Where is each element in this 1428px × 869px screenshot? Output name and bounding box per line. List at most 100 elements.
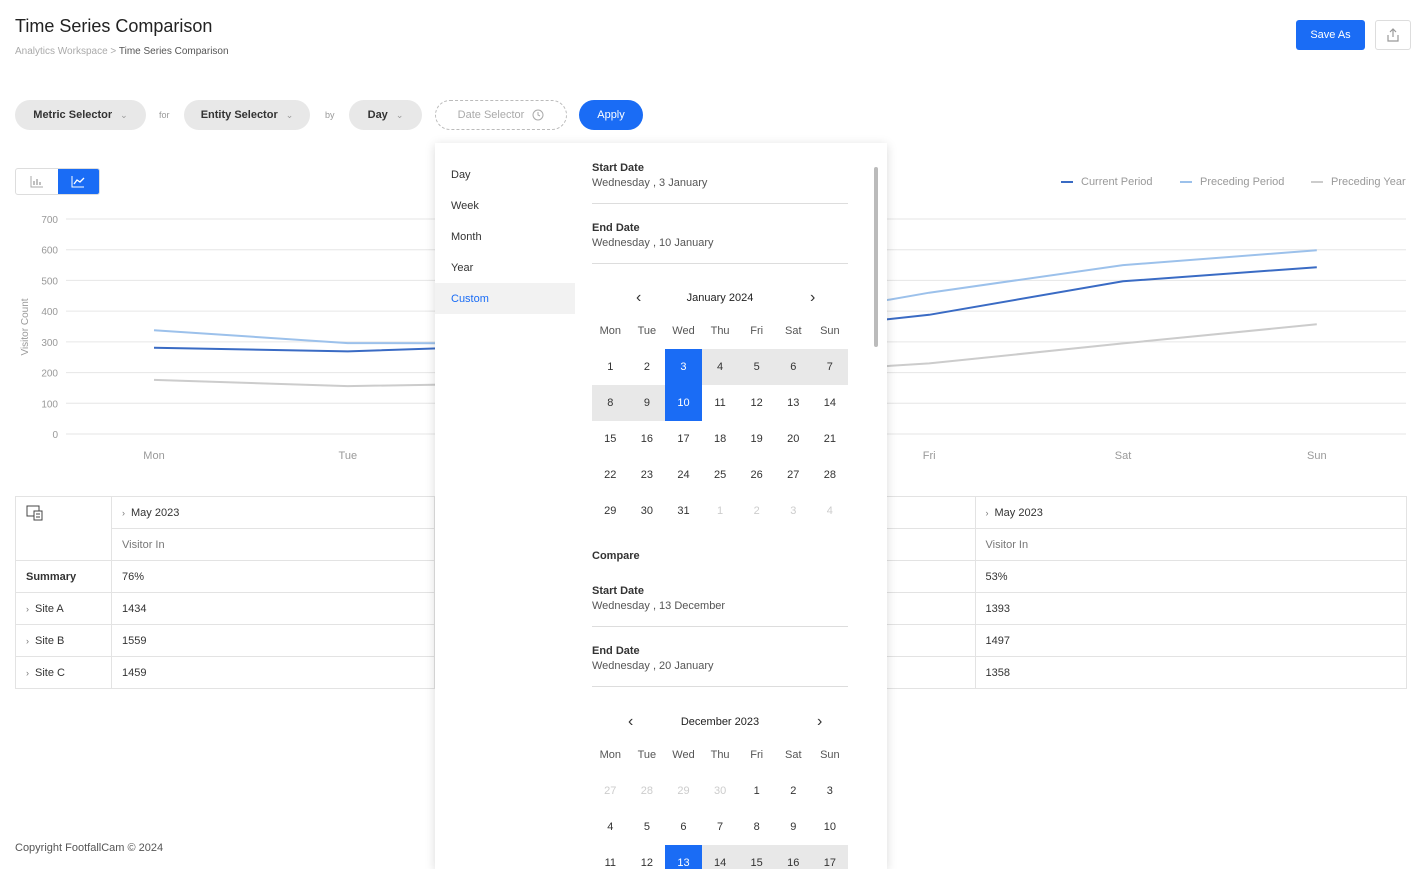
- calendar-day[interactable]: 8: [592, 385, 629, 421]
- calendar-day[interactable]: 16: [774, 845, 812, 869]
- calendar-day[interactable]: 16: [629, 421, 666, 457]
- calendar-day[interactable]: 4: [592, 809, 629, 845]
- calendar-day[interactable]: 17: [665, 421, 702, 457]
- calendar-day[interactable]: 20: [775, 421, 812, 457]
- calendar-day[interactable]: 13: [665, 845, 702, 869]
- calendar-day[interactable]: 24: [665, 457, 702, 493]
- period-label: May 2023: [131, 506, 180, 519]
- calendar-day[interactable]: 1: [592, 349, 629, 385]
- calendar-day[interactable]: 6: [774, 349, 812, 385]
- calendar-day[interactable]: 7: [702, 809, 739, 845]
- calendar-day[interactable]: 9: [775, 809, 812, 845]
- entity-selector[interactable]: Entity Selector ⌄: [184, 100, 310, 130]
- granularity-option-day[interactable]: Day: [435, 159, 575, 190]
- page-title: Time Series Comparison: [15, 16, 213, 36]
- calendar-day[interactable]: 12: [629, 845, 666, 869]
- granularity-option-custom[interactable]: Custom: [435, 283, 575, 314]
- date-selector[interactable]: Date Selector: [435, 100, 567, 130]
- calendar-day[interactable]: 6: [665, 809, 702, 845]
- compare-end-date-label: End Date: [592, 645, 640, 657]
- granularity-option-week[interactable]: Week: [435, 190, 575, 221]
- legend-item-preceding-period[interactable]: Preceding Period: [1180, 176, 1284, 188]
- calendar-day[interactable]: 1: [702, 493, 739, 529]
- calendar-day[interactable]: 3: [775, 493, 812, 529]
- calendar-day[interactable]: 21: [812, 421, 849, 457]
- calendar-day[interactable]: 8: [738, 809, 775, 845]
- calendar-day[interactable]: 11: [592, 845, 629, 869]
- apply-button[interactable]: Apply: [579, 100, 643, 130]
- calendar-day[interactable]: 9: [628, 385, 666, 421]
- calendar-day[interactable]: 27: [775, 457, 812, 493]
- calendar-day[interactable]: 19: [738, 421, 775, 457]
- calendar-day[interactable]: 13: [775, 385, 812, 421]
- calendar-day[interactable]: 28: [812, 457, 849, 493]
- granularity-option-month[interactable]: Month: [435, 221, 575, 252]
- calendar-day[interactable]: 29: [592, 493, 629, 529]
- cell-value: 53%: [974, 560, 1407, 593]
- breadcrumb: Analytics Workspace > Time Series Compar…: [15, 46, 229, 57]
- granularity-option-year[interactable]: Year: [435, 252, 575, 283]
- calendar-day[interactable]: 1: [738, 773, 775, 809]
- calendar-day[interactable]: 27: [592, 773, 629, 809]
- calendar-day[interactable]: 15: [592, 421, 629, 457]
- calendar-day[interactable]: 23: [629, 457, 666, 493]
- period-header[interactable]: › May 2023: [974, 496, 1407, 529]
- calendar-day[interactable]: 4: [812, 493, 849, 529]
- period-header[interactable]: › May 2023: [111, 496, 435, 529]
- compare-end-date-field[interactable]: End Date Wednesday , 20 January: [592, 645, 848, 687]
- line-chart-view-button[interactable]: [57, 169, 99, 194]
- calendar-day[interactable]: 18: [702, 421, 739, 457]
- table-row[interactable]: › Site B 1559: [15, 624, 435, 657]
- dropdown-scrollbar[interactable]: [874, 167, 878, 347]
- calendar-day[interactable]: 5: [629, 809, 666, 845]
- calendar-day[interactable]: 11: [702, 385, 739, 421]
- calendar-day[interactable]: 30: [702, 773, 739, 809]
- calendar-day[interactable]: 2: [629, 349, 666, 385]
- calendar-day[interactable]: 26: [738, 457, 775, 493]
- save-as-button[interactable]: Save As: [1296, 20, 1365, 50]
- calendar-day[interactable]: 4: [701, 349, 739, 385]
- table-row[interactable]: › Site C 1459: [15, 656, 435, 689]
- row-label-cell[interactable]: › Site B: [15, 624, 112, 657]
- calendar-day[interactable]: 2: [738, 493, 775, 529]
- calendar-day[interactable]: 28: [629, 773, 666, 809]
- bar-chart-view-button[interactable]: [16, 169, 58, 194]
- calendar-day[interactable]: 14: [701, 845, 739, 869]
- line-chart-icon: [71, 175, 85, 187]
- calendar-day[interactable]: 3: [812, 773, 849, 809]
- table-row[interactable]: › Site A 1434: [15, 592, 435, 625]
- row-label-cell[interactable]: › Site A: [15, 592, 112, 625]
- chevron-right-icon[interactable]: ›: [817, 713, 822, 731]
- calendar-day[interactable]: 29: [665, 773, 702, 809]
- compare-start-date-field[interactable]: Start Date Wednesday , 13 December: [592, 585, 848, 627]
- legend-swatch: [1180, 181, 1192, 183]
- calendar-day[interactable]: 3: [665, 349, 702, 385]
- calendar-day[interactable]: 22: [592, 457, 629, 493]
- calendar-day[interactable]: 5: [738, 349, 775, 385]
- calendar-day[interactable]: 2: [775, 773, 812, 809]
- granularity-selector[interactable]: Day ⌄: [349, 100, 422, 130]
- calendar-day[interactable]: 17: [811, 845, 849, 869]
- x-tick-label: Sat: [1115, 450, 1132, 462]
- calendar-day[interactable]: 12: [738, 385, 775, 421]
- start-date-field[interactable]: Start Date Wednesday , 3 January: [592, 162, 848, 204]
- breadcrumb-item-workspace[interactable]: Analytics Workspace: [15, 46, 108, 57]
- calendar-day[interactable]: 30: [629, 493, 666, 529]
- metric-selector[interactable]: Metric Selector ⌄: [15, 100, 146, 130]
- calendar-day[interactable]: 10: [812, 809, 849, 845]
- legend-item-current[interactable]: Current Period: [1061, 176, 1153, 188]
- calendar-day[interactable]: 25: [702, 457, 739, 493]
- weekday-label: Thu: [710, 325, 730, 337]
- calendar-day[interactable]: 7: [811, 349, 849, 385]
- calendar-day[interactable]: 31: [665, 493, 702, 529]
- share-button[interactable]: [1375, 20, 1411, 50]
- chevron-right-icon[interactable]: ›: [810, 289, 815, 307]
- calendar-day[interactable]: 10: [665, 385, 702, 421]
- legend-item-preceding-year[interactable]: Preceding Year: [1311, 176, 1406, 188]
- table-settings-cell[interactable]: [15, 496, 112, 561]
- row-label-cell[interactable]: › Site C: [15, 656, 112, 689]
- end-date-field[interactable]: End Date Wednesday , 10 January: [592, 222, 848, 264]
- calendar-day[interactable]: 14: [812, 385, 849, 421]
- y-tick-label: 700: [41, 215, 58, 226]
- calendar-day[interactable]: 15: [738, 845, 775, 869]
